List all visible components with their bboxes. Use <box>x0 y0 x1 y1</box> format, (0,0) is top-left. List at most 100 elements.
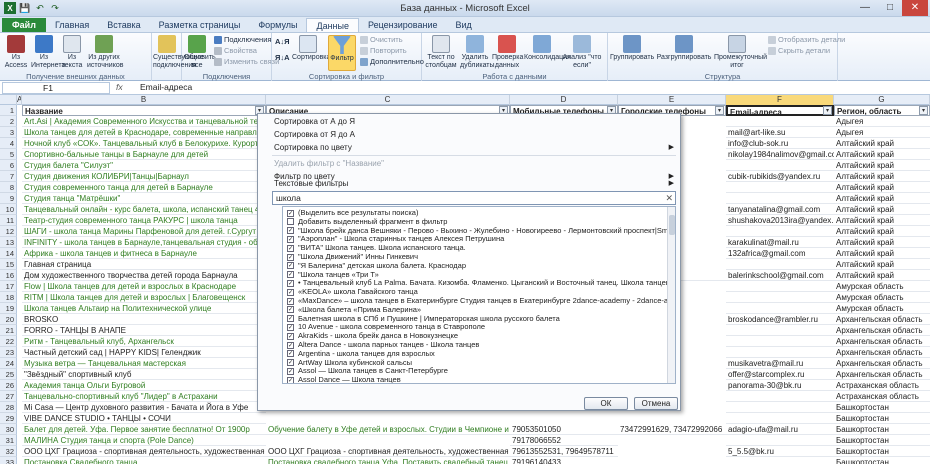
cell-d[interactable]: 79053501050 <box>510 424 618 435</box>
cell-g[interactable]: Алтайский край <box>834 182 930 193</box>
from-text-button[interactable]: Из текста <box>59 35 85 70</box>
sort-za-item[interactable]: Сортировка от Я до А <box>258 128 682 141</box>
cell-g[interactable]: Башкортостан <box>834 402 930 413</box>
cell-f[interactable] <box>726 435 834 446</box>
cell-f[interactable]: 5_5.5@bk.ru <box>726 446 834 457</box>
hide-detail-button[interactable]: Скрыть детали <box>768 46 830 55</box>
cell-b[interactable]: Театр-студия современного танца РАКУРС |… <box>22 215 266 226</box>
filter-value-list[interactable]: ✓ (Выделить все результаты поиска) Добавит… <box>282 206 676 384</box>
cell-f[interactable]: mail@art-like.su <box>726 127 834 138</box>
row-header[interactable]: 30 <box>0 424 17 435</box>
column-header-c[interactable]: C <box>266 95 510 105</box>
remove-duplicates-button[interactable]: Удалить дубликаты <box>460 35 495 70</box>
cell-b[interactable]: VIBE DANCE STUDIO • ТАНЦЫ • СОЧИ <box>22 413 266 424</box>
cell-b[interactable]: Flow | Школа танцев для детей и взрослых… <box>22 281 266 292</box>
scrollbar-thumb[interactable] <box>669 215 675 235</box>
row-header[interactable]: 33 <box>0 457 17 464</box>
cell-g[interactable]: Алтайский край <box>834 171 930 182</box>
checkbox-icon[interactable]: ✓ <box>287 367 294 375</box>
minimize-button[interactable]: — <box>852 0 878 16</box>
cell-b[interactable]: Спортивно-бальные танцы в Барнауле для д… <box>22 149 266 160</box>
row-header[interactable]: 19 <box>0 303 17 314</box>
cell-b[interactable]: Ритм - Танцевальный клуб, Архангельск <box>22 336 266 347</box>
clear-search-icon[interactable]: ✕ <box>665 192 673 204</box>
cell-g[interactable]: Архангельская область <box>834 347 930 358</box>
cell-b[interactable]: INFINITY - школа танцев в Барнауле,танце… <box>22 237 266 248</box>
cell-c[interactable]: ООО ЦХГ Грациоза - спортивная деятельнос… <box>266 446 510 457</box>
cell-g[interactable]: Архангельская область <box>834 358 930 369</box>
sort-az-item[interactable]: Сортировка от А до Я <box>258 115 682 128</box>
cell-g[interactable]: Адыгея <box>834 116 930 127</box>
cell-f[interactable]: broskodance@rambler.ru <box>726 314 834 325</box>
row-header[interactable]: 26 <box>0 380 17 391</box>
cell-b[interactable]: Постановка Свадебного танца <box>22 457 266 464</box>
cell-b[interactable]: Студия балета "Силуэт" <box>22 160 266 171</box>
cell-f[interactable] <box>726 160 834 171</box>
row-header[interactable]: 6 <box>0 160 17 171</box>
cell-f[interactable]: 132africa@gmail.com <box>726 248 834 259</box>
cell-g[interactable]: Алтайский край <box>834 204 930 215</box>
cell-f[interactable] <box>726 116 834 127</box>
row-header[interactable]: 4 <box>0 138 17 149</box>
what-if-button[interactable]: Анализ "что если" <box>562 35 602 70</box>
sort-za-small-button[interactable]: Я↓А <box>275 53 290 62</box>
cell-f[interactable]: karakulinat@mail.ru <box>726 237 834 248</box>
cell-b[interactable]: Дом художественного творчества детей гор… <box>22 270 266 281</box>
checkbox-icon[interactable]: ✓ <box>287 271 294 279</box>
cell-b[interactable]: ШАГИ - школа танца Марины Парфеновой для… <box>22 226 266 237</box>
cell-g[interactable]: Алтайский край <box>834 149 930 160</box>
checkbox-icon[interactable]: ✓ <box>287 288 294 296</box>
checkbox-icon[interactable]: ✓ <box>287 315 294 323</box>
cell-b[interactable]: "Звёздный" спортивный клуб <box>22 369 266 380</box>
cell-g[interactable]: Алтайский край <box>834 259 930 270</box>
cell-f[interactable]: shushakova2013ira@yandex.ru <box>726 215 834 226</box>
cell-e[interactable]: 73472991629, 73472992066 <box>618 424 726 435</box>
sort-az-small-button[interactable]: А↓Я <box>275 37 290 46</box>
cell-g[interactable]: Амурская область <box>834 292 930 303</box>
cell-g[interactable]: Башкортостан <box>834 424 930 435</box>
row-header[interactable]: 1 <box>0 105 17 116</box>
cell-b[interactable]: RITM | Школа танцев для детей и взрослых… <box>22 292 266 303</box>
row-header[interactable]: 7 <box>0 171 17 182</box>
cell-f[interactable] <box>726 182 834 193</box>
row-header[interactable]: 15 <box>0 259 17 270</box>
checkbox-icon[interactable]: ✓ <box>287 332 294 340</box>
header-cell-b[interactable]: Название <box>22 105 266 116</box>
consolidate-button[interactable]: Консолидация <box>524 35 571 62</box>
sort-button[interactable]: Сортировка <box>292 35 330 62</box>
cell-d[interactable]: 79178066552 <box>510 435 618 446</box>
cell-b[interactable]: Академия танца Ольги Бугровой <box>22 380 266 391</box>
cell-g[interactable]: Алтайский край <box>834 215 930 226</box>
filter-dropdown-button[interactable]: ▾ <box>715 106 724 115</box>
cell-b[interactable]: Студия современного танца для детей в Ба… <box>22 182 266 193</box>
cell-b[interactable]: Школа танцев Альтаир на Политехнической … <box>22 303 266 314</box>
cell-g[interactable]: Башкортостан <box>834 435 930 446</box>
checkbox-icon[interactable]: ✓ <box>287 323 294 331</box>
cell-b[interactable]: МАЛИНА Студия танца и спорта (Pole Dance… <box>22 435 266 446</box>
column-header-g[interactable]: G <box>834 95 930 105</box>
cell-f[interactable] <box>726 391 834 402</box>
row-header[interactable]: 21 <box>0 325 17 336</box>
cell-g[interactable]: Алтайский край <box>834 237 930 248</box>
header-cell-f[interactable]: Email-адреса <box>726 105 834 116</box>
filter-search-input[interactable]: школа ✕ <box>272 191 676 205</box>
cell-g[interactable]: Астраханская область <box>834 391 930 402</box>
column-header-d[interactable]: D <box>510 95 618 105</box>
column-header-e[interactable]: E <box>618 95 726 105</box>
cell-b[interactable]: Танцевально-спортивный клуб "Лидер" в Ас… <box>22 391 266 402</box>
cell-g[interactable]: Архангельская область <box>834 325 930 336</box>
filter-button[interactable]: Фильтр <box>328 35 356 71</box>
cell-b[interactable]: Ночной клуб «СОК». Танцевальный клуб в Б… <box>22 138 266 149</box>
row-header[interactable]: 22 <box>0 336 17 347</box>
cell-b[interactable]: Танцевальный онлайн - курс балета, школа… <box>22 204 266 215</box>
checkbox-icon[interactable]: ✓ <box>287 306 294 314</box>
checkbox-icon[interactable]: ✓ <box>287 262 294 270</box>
column-header-f[interactable]: F <box>726 95 834 105</box>
tab-review[interactable]: Рецензирование <box>359 18 447 33</box>
cell-g[interactable]: Башкортостан <box>834 446 930 457</box>
checkbox-icon[interactable]: ✓ <box>287 297 294 305</box>
checkbox-icon[interactable]: ✓ <box>287 279 294 287</box>
cell-g[interactable]: Башкортостан <box>834 457 930 464</box>
row-header[interactable]: 9 <box>0 193 17 204</box>
cell-f[interactable] <box>726 457 834 464</box>
